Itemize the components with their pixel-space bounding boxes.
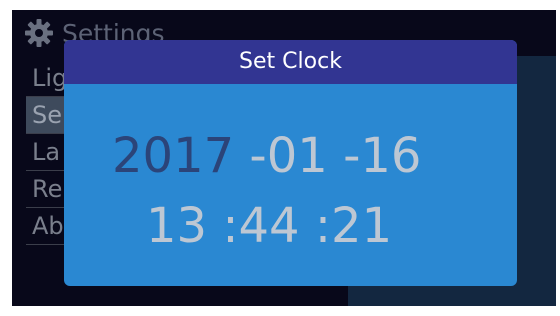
dialog-title: Set Clock (64, 40, 517, 84)
set-clock-dialog: Set Clock 2017 -01 -16 13 :44 :21 (64, 40, 517, 286)
menu-item-label: Re (32, 175, 63, 203)
second-field[interactable]: 21 (331, 198, 392, 254)
device-screen: Settings Lig Se La Re Ab Set Clock 2017 … (12, 10, 556, 306)
menu-item-label: Ab (32, 212, 64, 240)
menu-item-label: Lig (32, 64, 68, 92)
time-row: 13 :44 :21 (146, 198, 392, 254)
month-field[interactable]: 01 (267, 128, 328, 184)
year-field[interactable]: 2017 (112, 128, 234, 184)
date-separator: - (327, 128, 361, 184)
menu-item-label: La (32, 138, 61, 166)
menu-item-label: Se (32, 101, 62, 129)
minute-field[interactable]: 44 (239, 198, 300, 254)
time-separator: : (207, 198, 239, 254)
day-field[interactable]: 16 (360, 128, 421, 184)
date-row: 2017 -01 -16 (112, 128, 421, 184)
time-separator: : (299, 198, 332, 254)
hour-field[interactable]: 13 (146, 198, 207, 254)
date-separator: - (234, 128, 267, 184)
gear-icon (25, 19, 53, 47)
